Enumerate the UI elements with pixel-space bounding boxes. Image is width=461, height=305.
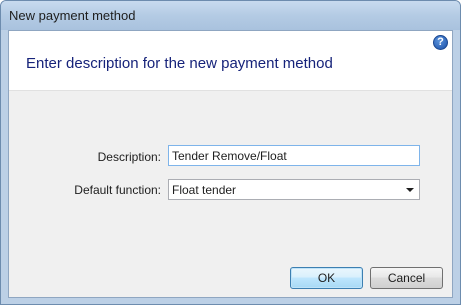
dialog-window: New payment method Enter description for…	[0, 0, 461, 305]
default-function-value: Float tender	[172, 183, 237, 197]
description-input[interactable]	[168, 145, 420, 166]
header-band: Enter description for the new payment me…	[9, 31, 452, 91]
title-bar[interactable]: New payment method	[1, 1, 460, 30]
default-function-label: Default function:	[74, 183, 161, 197]
dialog-body: Enter description for the new payment me…	[8, 30, 453, 298]
chevron-down-icon[interactable]	[406, 188, 414, 192]
ok-button[interactable]: OK	[290, 267, 363, 289]
default-function-select[interactable]: Float tender	[168, 179, 420, 200]
instruction-heading: Enter description for the new payment me…	[26, 55, 333, 72]
description-label: Description:	[97, 150, 161, 164]
help-icon[interactable]: ?	[433, 35, 448, 50]
window-title: New payment method	[9, 8, 136, 23]
cancel-button[interactable]: Cancel	[370, 267, 443, 289]
